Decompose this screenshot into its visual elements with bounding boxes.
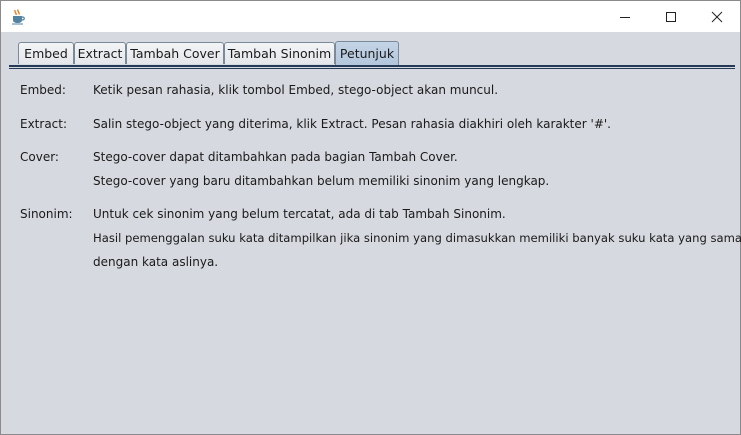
- maximize-button[interactable]: [648, 1, 694, 32]
- extract-text: Salin stego-object yang diterima, klik E…: [93, 117, 611, 131]
- cover-text-line-2: Stego-cover yang baru ditambahkan belum …: [93, 174, 550, 188]
- tab-divider-inner: [9, 68, 735, 69]
- tab-embed[interactable]: Embed: [18, 42, 74, 64]
- tab-petunjuk[interactable]: Petunjuk: [335, 41, 399, 65]
- title-bar[interactable]: [1, 1, 740, 32]
- sinonim-text-line-1: Untuk cek sinonim yang belum tercatat, a…: [93, 207, 506, 221]
- minimize-button[interactable]: [602, 1, 648, 32]
- minimize-icon: [620, 16, 630, 18]
- application-window: Embed Extract Tambah Cover Tambah Sinoni…: [0, 0, 741, 435]
- tab-bar: Embed Extract Tambah Cover Tambah Sinoni…: [1, 32, 740, 66]
- sinonim-text-line-2: Hasil pemenggalan suku kata ditampilkan …: [93, 231, 741, 245]
- sinonim-text-line-3: dengan kata aslinya.: [93, 255, 219, 269]
- embed-label: Embed:: [20, 83, 66, 97]
- embed-text: Ketik pesan rahasia, klik tombol Embed, …: [93, 83, 499, 97]
- close-icon: [711, 11, 723, 22]
- extract-label: Extract:: [20, 117, 68, 131]
- cover-text-line-1: Stego-cover dapat ditambahkan pada bagia…: [93, 150, 458, 164]
- maximize-icon: [666, 11, 676, 22]
- tab-tambah-cover[interactable]: Tambah Cover: [126, 42, 224, 64]
- tab-divider: [9, 65, 735, 67]
- tab-tambah-sinonim[interactable]: Tambah Sinonim: [224, 42, 335, 64]
- sinonim-label: Sinonim:: [20, 207, 73, 221]
- cover-label: Cover:: [20, 150, 59, 164]
- java-coffee-cup-icon: [10, 9, 26, 25]
- close-button[interactable]: [694, 1, 740, 32]
- tab-extract[interactable]: Extract: [74, 42, 126, 64]
